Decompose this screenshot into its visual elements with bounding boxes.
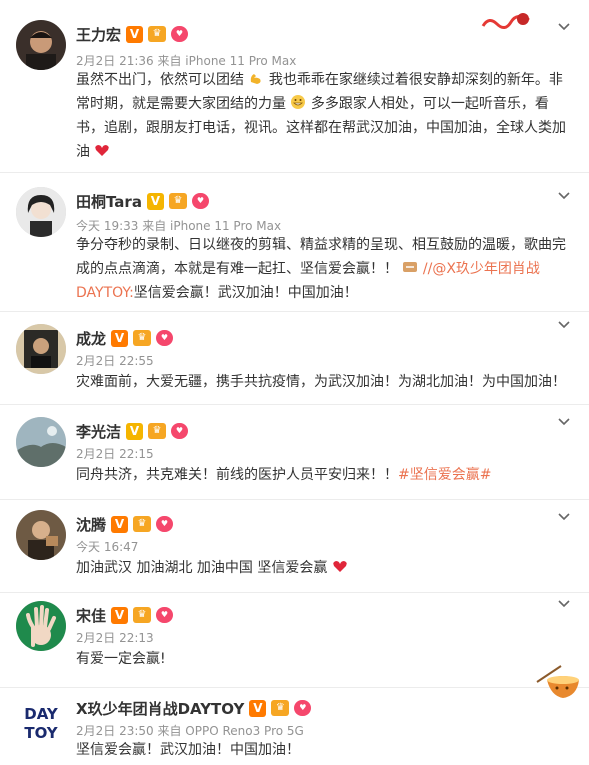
text-line: 虽然不出门，依然可以团结 bbox=[76, 72, 244, 88]
name-row: 沈腾 V ♛ ♥ bbox=[76, 514, 174, 535]
crown-badge-icon: ♛ bbox=[168, 193, 187, 209]
verified-badge-icon: V bbox=[111, 515, 129, 533]
mention-link-cont[interactable]: DAYTOY: bbox=[76, 285, 134, 301]
mention-link[interactable]: //@X玖少年团肖战 bbox=[423, 261, 540, 277]
crown-badge-icon: ♛ bbox=[148, 423, 167, 439]
logo-text-day: DAY bbox=[24, 705, 59, 723]
bowl-sticker bbox=[533, 662, 583, 702]
user-name[interactable]: 李光洁 bbox=[76, 421, 121, 442]
user-name[interactable]: 宋佳 bbox=[76, 605, 106, 626]
heart-badge-icon: ♥ bbox=[156, 516, 174, 532]
avatar[interactable] bbox=[16, 417, 66, 467]
post-meta: 2月2日 22:13 bbox=[76, 631, 154, 645]
verified-badge-icon: V bbox=[126, 422, 144, 440]
heart-emoji bbox=[95, 145, 110, 156]
avatar[interactable] bbox=[16, 601, 66, 651]
chevron-down-icon[interactable] bbox=[557, 318, 571, 332]
grin-emoji bbox=[291, 95, 306, 109]
post-text: 有爱一定会赢! bbox=[76, 647, 571, 671]
chevron-down-icon[interactable] bbox=[557, 20, 571, 34]
text-line: 加油武汉 加油湖北 加油中国 坚信爱会赢 bbox=[76, 560, 328, 576]
text-line: 灾难面前，大爱无疆，携手共抗疫情，为武汉加油！为湖北加油！为中国加油！ bbox=[76, 374, 566, 390]
post-text: 坚信爱会赢！武汉加油！中国加油！ bbox=[76, 738, 571, 762]
verified-badge-icon: V bbox=[146, 192, 164, 210]
text-line: 成的点点滴滴，本就是有难一起扛、坚信爱会赢！！ bbox=[76, 261, 398, 277]
post-text: 同舟共济，共克难关！前线的医护人员平安归来！！#坚信爱会赢# bbox=[76, 463, 571, 487]
name-row: 成龙 V ♛ ♥ bbox=[76, 328, 174, 349]
heart-badge-icon: ♥ bbox=[156, 607, 174, 623]
text-line: 书，追剧，跟朋友打电话，视讯。这样都在帮武汉加油，中国加油，全球人类加 bbox=[76, 120, 566, 136]
text-line: 争分夺秒的录制、日以继夜的剪辑、精益求精的呈现、相互鼓励的温暖，歌曲完 bbox=[76, 237, 566, 253]
post-meta: 今天 19:33 来自 iPhone 11 Pro Max bbox=[76, 219, 282, 233]
avatar[interactable] bbox=[16, 187, 66, 237]
crown-badge-icon: ♛ bbox=[271, 700, 290, 716]
heart-badge-icon: ♥ bbox=[171, 423, 189, 439]
crown-badge-icon: ♛ bbox=[148, 26, 167, 42]
heart-badge-icon: ♥ bbox=[294, 700, 312, 716]
post-wanglihong: 王力宏 V ♛ ♥ 2月2日 21:36 来自 iPhone 11 Pro Ma… bbox=[0, 0, 589, 173]
name-row: 李光洁 V ♛ ♥ bbox=[76, 421, 189, 442]
text-line: 有爱一定会赢! bbox=[76, 651, 166, 667]
post-tiantong: 田桐Tara V ♛ ♥ 今天 19:33 来自 iPhone 11 Pro M… bbox=[0, 173, 589, 312]
post-songjia: 宋佳 V ♛ ♥ 2月2日 22:13 有爱一定会赢! bbox=[0, 593, 589, 688]
verified-badge-icon: V bbox=[111, 329, 129, 347]
text-line: 多多跟家人相处，可以一起听音乐，看 bbox=[310, 96, 549, 112]
heart-badge-icon: ♥ bbox=[191, 193, 209, 209]
post-text: 灾难面前，大爱无疆，携手共抗疫情，为武汉加油！为湖北加油！为中国加油！ bbox=[76, 370, 571, 394]
text-line: 坚信爱会赢！武汉加油！中国加油！ bbox=[133, 285, 358, 301]
verified-badge-icon: V bbox=[126, 25, 144, 43]
name-row: 宋佳 V ♛ ♥ bbox=[76, 605, 174, 626]
chevron-down-icon[interactable] bbox=[557, 597, 571, 611]
heart-badge-icon: ♥ bbox=[171, 26, 189, 42]
user-name[interactable]: 王力宏 bbox=[76, 24, 121, 45]
post-text: 加油武汉 加油湖北 加油中国 坚信爱会赢 bbox=[76, 556, 571, 580]
name-row: X玖少年团肖战DAYTOY V ♛ ♥ bbox=[76, 698, 312, 719]
user-name[interactable]: 成龙 bbox=[76, 328, 106, 349]
post-text: 虽然不出门，依然可以团结 我也乖乖在家继续过着很安静却深刻的新年。非 常时期，就… bbox=[76, 68, 571, 164]
post-xiaozhan-daytoy: DAY TOY X玖少年团肖战DAYTOY V ♛ ♥ 2月2日 23:50 来… bbox=[0, 688, 589, 765]
heart-badge-icon: ♥ bbox=[156, 330, 174, 346]
user-name[interactable]: 田桐Tara bbox=[76, 191, 142, 212]
chevron-down-icon[interactable] bbox=[557, 510, 571, 524]
post-shenteng: 沈腾 V ♛ ♥ 今天 16:47 加油武汉 加油湖北 加油中国 坚信爱会赢 bbox=[0, 500, 589, 593]
name-row: 王力宏 V ♛ ♥ bbox=[76, 24, 189, 45]
text-line: 同舟共济，共克难关！前线的医护人员平安归来！！ bbox=[76, 467, 398, 483]
text-line: 常时期，就是需要大家团结的力量 bbox=[76, 96, 286, 112]
verified-badge-icon: V bbox=[111, 606, 129, 624]
post-text: 争分夺秒的录制、日以继夜的剪辑、精益求精的呈现、相互鼓励的温暖，歌曲完 成的点点… bbox=[76, 233, 571, 305]
user-name[interactable]: X玖少年团肖战DAYTOY bbox=[76, 698, 244, 719]
avatar[interactable] bbox=[16, 510, 66, 560]
post-meta: 2月2日 21:36 来自 iPhone 11 Pro Max bbox=[76, 54, 297, 68]
post-liguangjie: 李光洁 V ♛ ♥ 2月2日 22:15 同舟共济，共克难关！前线的医护人员平安… bbox=[0, 405, 589, 500]
hashtag-link[interactable]: #坚信爱会赢# bbox=[398, 467, 491, 483]
avatar[interactable]: DAY TOY bbox=[16, 698, 66, 748]
user-name[interactable]: 沈腾 bbox=[76, 514, 106, 535]
name-row: 田桐Tara V ♛ ♥ bbox=[76, 191, 209, 211]
verified-badge-icon: V bbox=[249, 699, 267, 717]
avatar[interactable] bbox=[16, 324, 66, 374]
text-line: 我也乖乖在家继续过着很安静却深刻的新年。非 bbox=[268, 72, 563, 88]
chevron-down-icon[interactable] bbox=[557, 189, 571, 203]
strong-arm-emoji bbox=[251, 74, 262, 84]
post-meta: 2月2日 22:15 bbox=[76, 447, 154, 461]
logo-text-toy: TOY bbox=[24, 724, 58, 742]
crown-badge-icon: ♛ bbox=[133, 607, 152, 623]
post-meta: 2月2日 22:55 bbox=[76, 354, 154, 368]
crown-badge-icon: ♛ bbox=[133, 330, 152, 346]
text-line: 坚信爱会赢！武汉加油！中国加油！ bbox=[76, 742, 300, 758]
chevron-down-icon[interactable] bbox=[557, 415, 571, 429]
post-meta: 2月2日 23:50 来自 OPPO Reno3 Pro 5G bbox=[76, 724, 304, 738]
post-chenglong: 成龙 V ♛ ♥ 2月2日 22:55 灾难面前，大爱无疆，携手共抗疫情，为武汉… bbox=[0, 312, 589, 405]
text-line: 油 bbox=[76, 144, 90, 160]
repost-icon bbox=[403, 262, 418, 272]
avatar[interactable] bbox=[16, 20, 66, 70]
post-meta: 今天 16:47 bbox=[76, 540, 139, 554]
heart-emoji bbox=[333, 561, 347, 572]
crown-badge-icon: ♛ bbox=[133, 516, 152, 532]
